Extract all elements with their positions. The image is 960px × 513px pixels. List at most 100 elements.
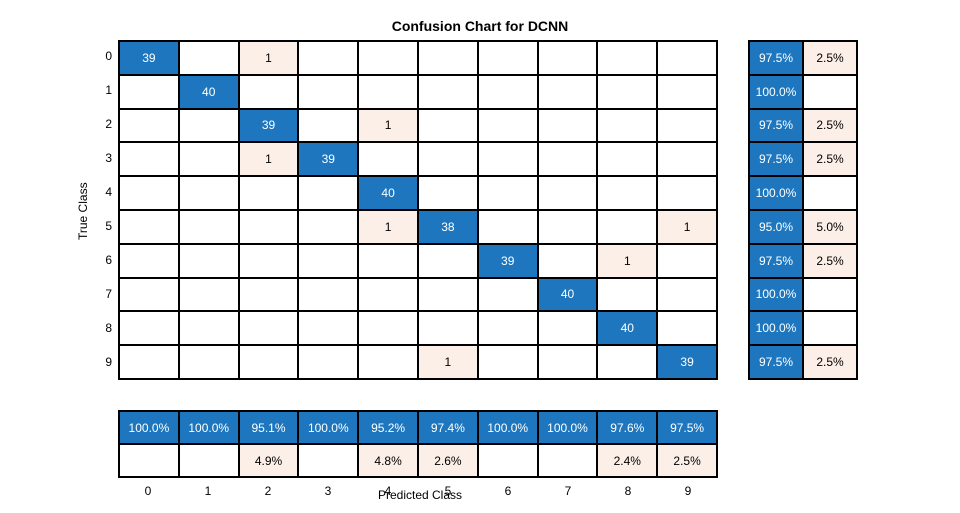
matrix-cell [478,345,538,379]
matrix-cell [298,311,358,345]
matrix-cell [239,75,299,109]
matrix-cell [119,142,179,176]
matrix-cell: 1 [239,142,299,176]
col-summary-cell: 2.4% [597,444,657,477]
x-tick: 0 [118,484,178,498]
matrix-cell [657,278,717,312]
matrix-cell [358,278,418,312]
matrix-cell [418,75,478,109]
matrix-cell [358,345,418,379]
y-tick: 1 [96,83,112,97]
matrix-cell [538,142,598,176]
matrix-cell: 40 [597,311,657,345]
matrix-cell [597,278,657,312]
y-tick: 3 [96,151,112,165]
matrix-cell: 39 [657,345,717,379]
x-tick: 6 [478,484,538,498]
matrix-cell [597,210,657,244]
matrix-cell [657,244,717,278]
matrix-cell [657,142,717,176]
matrix-cell [657,75,717,109]
x-tick: 1 [178,484,238,498]
x-tick: 9 [658,484,718,498]
col-summary-cell [538,444,598,477]
matrix-cell [358,142,418,176]
matrix-cell [239,210,299,244]
matrix-cell [119,210,179,244]
matrix-cell: 40 [358,176,418,210]
chart-title: Confusion Chart for DCNN [0,18,960,34]
matrix-cell [478,41,538,75]
matrix-cell [298,278,358,312]
matrix-cell [418,311,478,345]
matrix-cell [538,75,598,109]
row-summary-cell: 2.5% [803,345,857,379]
row-summary-cell: 2.5% [803,244,857,278]
row-summary-cell: 97.5% [749,41,803,75]
col-summary-cell: 2.5% [657,444,717,477]
matrix-cell [597,176,657,210]
matrix-cell: 40 [179,75,239,109]
matrix-cell [597,142,657,176]
matrix-cell [239,244,299,278]
row-summary-cell: 97.5% [749,142,803,176]
matrix-cell [179,345,239,379]
col-summary-cell [298,444,358,477]
matrix-cell [478,109,538,143]
matrix-cell [358,311,418,345]
matrix-cell: 1 [418,345,478,379]
col-summary-cell: 97.4% [418,411,478,444]
row-summary-cell: 97.5% [749,345,803,379]
matrix-cell [119,109,179,143]
matrix-cell: 1 [657,210,717,244]
matrix-cell [478,142,538,176]
matrix-cell [298,345,358,379]
y-tick: 6 [96,253,112,267]
matrix-cell: 1 [358,109,418,143]
row-summary-cell: 100.0% [749,278,803,312]
confusion-matrix: 391403911394013813914040139 [118,40,718,380]
row-summary-cell: 100.0% [749,75,803,109]
row-summary-cell: 2.5% [803,41,857,75]
y-tick: 2 [96,117,112,131]
matrix-cell [239,311,299,345]
matrix-cell [119,176,179,210]
matrix-cell [657,176,717,210]
matrix-cell [538,109,598,143]
matrix-cell [239,278,299,312]
x-tick: 5 [418,484,478,498]
matrix-cell: 1 [358,210,418,244]
matrix-cell: 38 [418,210,478,244]
matrix-cell [298,109,358,143]
matrix-cell [478,278,538,312]
matrix-cell [179,142,239,176]
matrix-cell [358,75,418,109]
y-tick: 4 [96,185,112,199]
col-summary-cell: 95.1% [239,411,299,444]
confusion-chart: Confusion Chart for DCNN True Class Pred… [0,0,960,513]
col-summary-cell: 100.0% [179,411,239,444]
matrix-cell: 1 [239,41,299,75]
x-tick: 3 [298,484,358,498]
matrix-cell [119,278,179,312]
matrix-cell [418,176,478,210]
row-summary: 97.5%2.5%100.0%97.5%2.5%97.5%2.5%100.0%9… [748,40,858,380]
col-summary-cell: 97.5% [657,411,717,444]
matrix-cell [657,109,717,143]
row-summary-cell: 100.0% [749,311,803,345]
y-tick: 8 [96,321,112,335]
matrix-cell [478,210,538,244]
row-summary-cell: 100.0% [749,176,803,210]
matrix-cell [179,41,239,75]
y-tick: 0 [96,49,112,63]
col-summary-cell: 97.6% [597,411,657,444]
y-tick: 5 [96,219,112,233]
matrix-cell [179,109,239,143]
matrix-cell [179,244,239,278]
row-summary-cell: 5.0% [803,210,857,244]
matrix-cell [298,41,358,75]
matrix-cell: 39 [298,142,358,176]
row-summary-cell: 2.5% [803,109,857,143]
matrix-cell [418,109,478,143]
y-tick: 7 [96,287,112,301]
